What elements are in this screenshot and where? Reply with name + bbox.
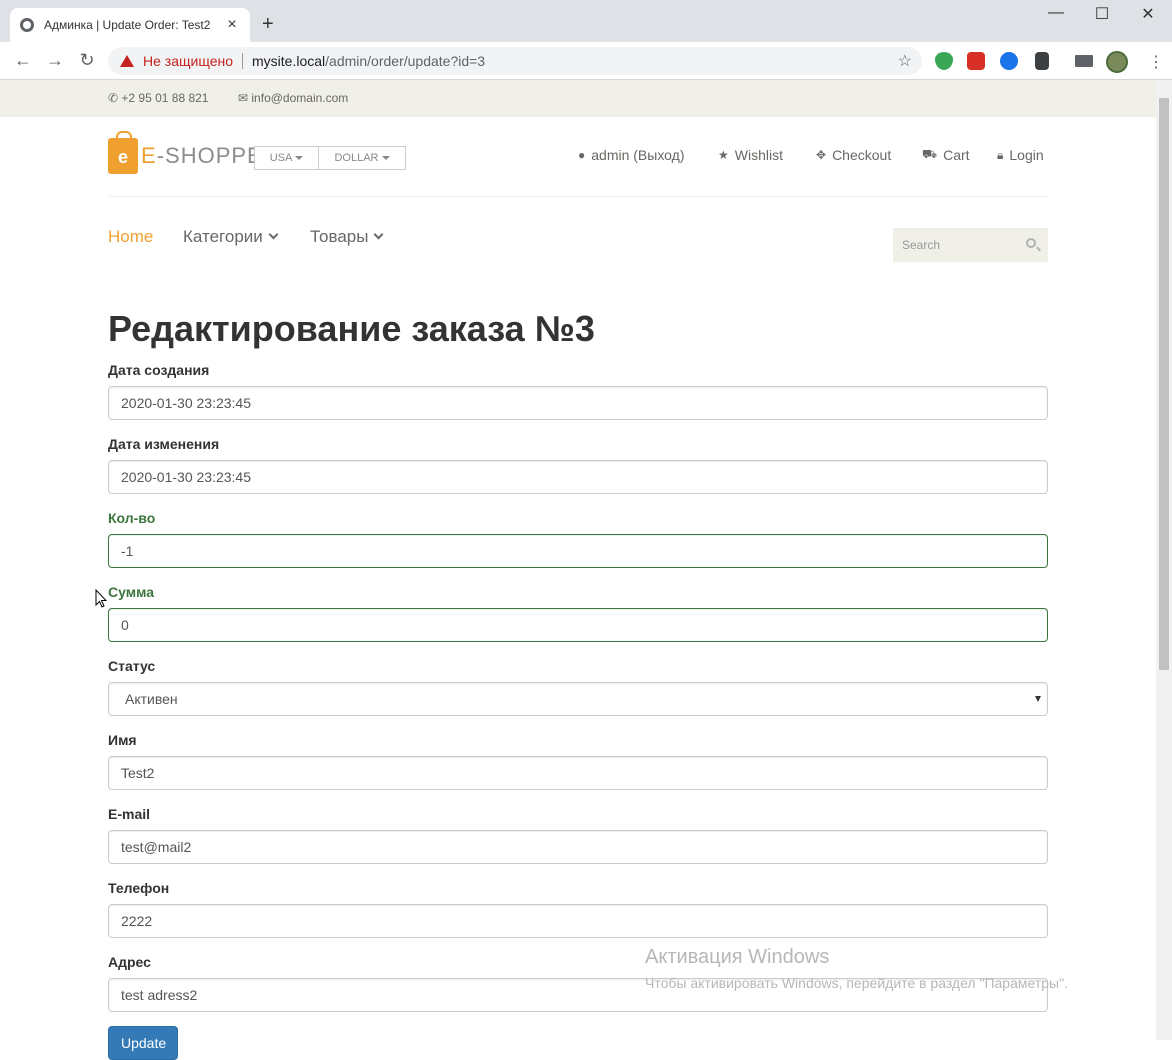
browser-tab[interactable]: Админка | Update Order: Test2 × — [10, 8, 250, 42]
search-icon[interactable] — [1026, 238, 1036, 248]
updated-field[interactable]: 2020-01-30 23:23:45 — [108, 460, 1048, 494]
acrobat-extension-icon[interactable] — [1000, 52, 1018, 70]
nav-home[interactable]: Home — [108, 227, 153, 247]
cart-icon: ⛟ — [922, 147, 938, 161]
currency-dropdown[interactable]: DOLLAR — [318, 146, 406, 170]
cart-link[interactable]: ⛟ Cart — [922, 147, 970, 163]
login-link[interactable]: 🔒︎ Login — [997, 147, 1044, 163]
status-select[interactable]: Активен — [108, 682, 1048, 716]
phone-contact: ✆ +2 95 01 88 821 — [108, 91, 209, 105]
address-label: Адрес — [108, 954, 151, 970]
chevron-down-icon — [268, 229, 279, 240]
browser-toolbar: ← → ↻ Не защищено mysite.local/admin/ord… — [0, 42, 1172, 80]
status-label: Статус — [108, 658, 156, 674]
created-label: Дата создания — [108, 362, 210, 378]
lock-icon: 🔒︎ — [997, 147, 1004, 162]
checkout-link[interactable]: ✥ Checkout — [816, 147, 891, 163]
minimize-button[interactable]: — — [1036, 4, 1076, 22]
media-queue-icon[interactable] — [1075, 55, 1093, 67]
divider — [242, 53, 243, 69]
envelope-icon: ✉ — [238, 91, 252, 105]
media-extension-icon[interactable] — [967, 52, 985, 70]
name-label: Имя — [108, 732, 137, 748]
mouse-cursor-icon — [95, 589, 107, 608]
reload-button[interactable]: ↻ — [76, 50, 98, 70]
shield-extension-icon[interactable] — [935, 52, 953, 70]
search-input[interactable]: Search — [893, 228, 1048, 262]
page-scrollbar[interactable] — [1156, 80, 1172, 1040]
status-selected-value: Активен — [125, 691, 178, 707]
forward-button[interactable]: → — [44, 50, 66, 70]
user-icon: ● — [578, 148, 586, 162]
sum-label: Сумма — [108, 584, 155, 600]
page-title: Редактирование заказа №3 — [108, 308, 595, 349]
tab-title: Админка | Update Order: Test2 — [44, 18, 211, 32]
window-close-button[interactable]: ✕ — [1128, 4, 1168, 24]
new-tab-button[interactable]: + — [262, 14, 274, 34]
select-arrow-icon — [1035, 696, 1041, 702]
name-field[interactable]: Test2 — [108, 756, 1048, 790]
watermark-title: Активация Windows — [645, 946, 830, 968]
crosshairs-icon: ✥ — [816, 148, 827, 162]
maximize-button[interactable]: ☐ — [1082, 4, 1122, 24]
wishlist-link[interactable]: ★ Wishlist — [718, 147, 783, 163]
watermark-subtitle: Чтобы активировать Windows, перейдите в … — [645, 975, 1068, 991]
browser-tab-bar: Админка | Update Order: Test2 × + — ☐ ✕ — [0, 0, 1172, 42]
email-label: E-mail — [108, 806, 151, 822]
nav-categories[interactable]: Категории — [183, 227, 279, 247]
created-field[interactable]: 2020-01-30 23:23:45 — [108, 386, 1048, 420]
security-label[interactable]: Не защищено — [143, 53, 233, 69]
eyedropper-extension-icon[interactable] — [1035, 52, 1049, 70]
scrollbar-thumb[interactable] — [1159, 98, 1169, 670]
update-button[interactable]: Update — [108, 1026, 178, 1060]
bookmark-star-icon[interactable]: ☆ — [898, 51, 912, 71]
url-path: /admin/order/update?id=3 — [325, 53, 486, 69]
phone-field[interactable]: 2222 — [108, 904, 1048, 938]
warning-icon — [120, 55, 134, 67]
chevron-down-icon — [374, 229, 384, 240]
tab-close-icon[interactable]: × — [224, 16, 240, 34]
header-divider — [108, 196, 1048, 197]
qty-field[interactable]: -1 — [108, 534, 1048, 568]
email-contact: ✉ info@domain.com — [238, 91, 349, 105]
phone-icon: ✆ — [108, 91, 122, 105]
nav-products[interactable]: Товары — [310, 227, 384, 247]
sum-field[interactable]: 0 — [108, 608, 1048, 642]
updated-label: Дата изменения — [108, 436, 220, 452]
country-dropdown[interactable]: USA — [254, 146, 319, 170]
account-link[interactable]: ● admin (Выход) — [578, 147, 685, 163]
address-bar[interactable]: Не защищено mysite.local/admin/order/upd… — [108, 47, 922, 75]
star-icon: ★ — [718, 148, 729, 162]
phone-label: Телефон — [108, 880, 170, 896]
email-field[interactable]: test@mail2 — [108, 830, 1048, 864]
header-top-bar: ✆ +2 95 01 88 821 ✉ info@domain.com — [0, 80, 1156, 117]
shopping-bag-icon: e — [108, 131, 138, 174]
url-host: mysite.local — [252, 53, 326, 69]
caret-down-icon — [381, 156, 390, 160]
globe-icon — [20, 18, 34, 32]
profile-avatar[interactable] — [1106, 51, 1128, 73]
windows-activation-watermark: Активация Windows Чтобы активировать Win… — [645, 946, 1068, 991]
qty-label: Кол-во — [108, 510, 156, 526]
back-button[interactable]: ← — [12, 50, 34, 70]
browser-menu-icon[interactable]: ⋮ — [1148, 52, 1164, 72]
caret-down-icon — [295, 156, 304, 160]
